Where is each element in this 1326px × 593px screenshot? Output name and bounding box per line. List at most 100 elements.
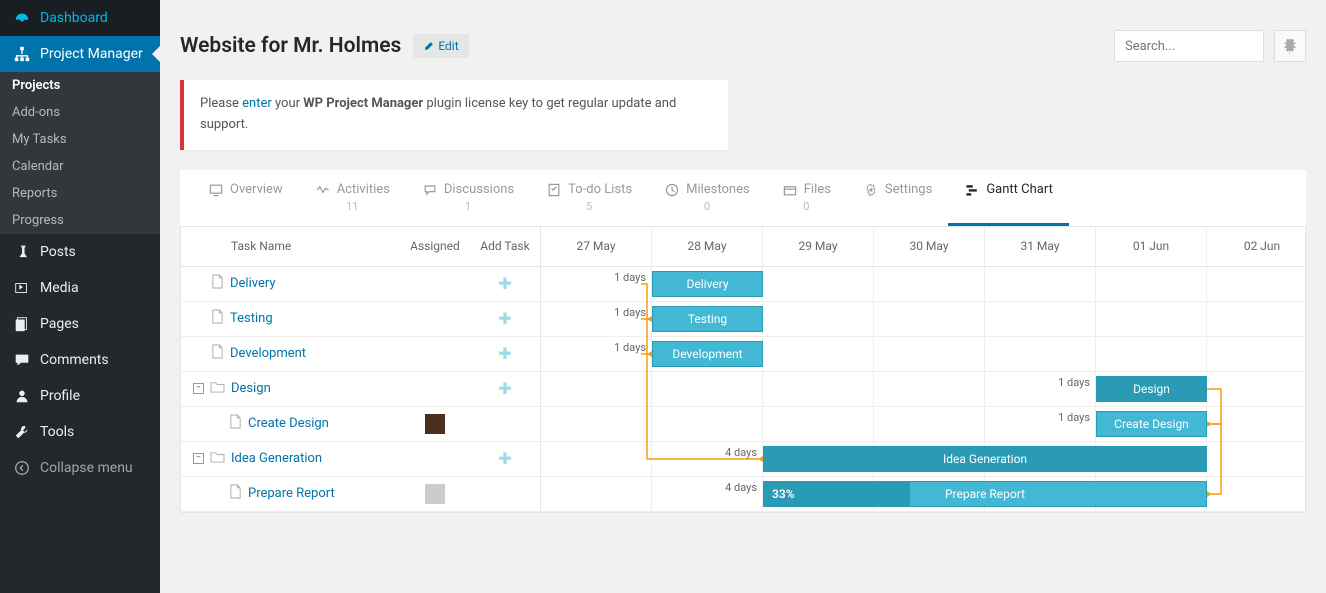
task-link[interactable]: Delivery xyxy=(230,276,276,291)
gantt-bar-testing[interactable]: Testing xyxy=(652,306,763,332)
discussion-icon xyxy=(422,182,438,198)
sidebar-label: Project Manager xyxy=(40,46,143,62)
avatar[interactable] xyxy=(425,484,445,504)
sidebar-label: Dashboard xyxy=(40,10,108,26)
main-content: Website for Mr. Holmes Edit Please enter… xyxy=(160,0,1326,593)
sidebar-item-dashboard[interactable]: Dashboard xyxy=(0,0,160,36)
edit-button[interactable]: Edit xyxy=(413,34,468,58)
sidebar-label: Profile xyxy=(40,388,80,404)
tab-discussions[interactable]: Discussions 1 xyxy=(406,170,530,226)
sidebar-item-pages[interactable]: Pages xyxy=(0,306,160,342)
gantt-icon xyxy=(964,182,980,198)
sitemap-icon xyxy=(12,44,32,64)
collapse-icon xyxy=(12,458,32,478)
sidebar-item-profile[interactable]: Profile xyxy=(0,378,160,414)
add-task-button[interactable]: ✚ xyxy=(470,344,540,363)
document-icon xyxy=(211,344,224,363)
day-header: 28 May xyxy=(652,227,763,266)
gantt-task-list: Task Name Assigned Add Task Delivery ✚ T… xyxy=(181,227,541,512)
gantt-bar-prepare-report[interactable]: 33% Prepare Report xyxy=(763,481,1207,507)
gantt-timeline: 27 May 28 May 29 May 30 May 31 May 01 Ju… xyxy=(541,227,1305,512)
progress-label: 33% xyxy=(764,482,910,506)
day-header: 31 May xyxy=(985,227,1096,266)
collapse-toggle[interactable]: − xyxy=(193,453,204,464)
sidebar-item-comments[interactable]: Comments xyxy=(0,342,160,378)
add-task-button[interactable]: ✚ xyxy=(470,309,540,328)
tab-overview[interactable]: Overview xyxy=(192,170,299,226)
folder-icon xyxy=(210,380,225,397)
task-link[interactable]: Prepare Report xyxy=(248,486,335,501)
pages-icon xyxy=(12,314,32,334)
sidebar-sub-addons[interactable]: Add-ons xyxy=(0,99,160,126)
col-task-name: Task Name xyxy=(181,239,400,253)
add-task-button[interactable]: ✚ xyxy=(470,379,540,398)
settings-button[interactable] xyxy=(1274,30,1306,62)
tab-count xyxy=(244,200,247,213)
files-icon xyxy=(782,182,798,198)
tab-files[interactable]: Files 0 xyxy=(766,170,847,226)
duration-label: 1 days xyxy=(1058,411,1096,424)
avatar[interactable] xyxy=(425,414,445,434)
task-link[interactable]: Create Design xyxy=(248,416,329,431)
document-icon xyxy=(211,309,224,328)
tab-label: Milestones xyxy=(686,182,750,197)
task-link[interactable]: Testing xyxy=(230,311,273,326)
sidebar-item-media[interactable]: Media xyxy=(0,270,160,306)
add-task-button[interactable]: ✚ xyxy=(470,274,540,293)
pin-icon xyxy=(12,242,32,262)
day-header: 30 May xyxy=(874,227,985,266)
document-icon xyxy=(229,414,242,433)
notice-enter-link[interactable]: enter xyxy=(242,96,272,111)
add-task-button[interactable]: ✚ xyxy=(470,449,540,468)
task-link[interactable]: Design xyxy=(231,381,271,396)
sidebar-label: Media xyxy=(40,280,79,296)
tab-label: Activities xyxy=(337,182,390,197)
sidebar-item-posts[interactable]: Posts xyxy=(0,234,160,270)
duration-label: 4 days xyxy=(725,446,763,459)
tab-milestones[interactable]: Milestones 0 xyxy=(648,170,766,226)
tab-settings[interactable]: Settings xyxy=(847,170,948,226)
task-link[interactable]: Idea Generation xyxy=(231,451,322,466)
sidebar-sub-my-tasks[interactable]: My Tasks xyxy=(0,126,160,153)
gantt-bar-idea-generation[interactable]: Idea Generation xyxy=(763,446,1207,472)
document-icon xyxy=(211,274,224,293)
table-row: Delivery ✚ xyxy=(181,267,540,302)
sidebar-label: Posts xyxy=(40,244,76,260)
overview-icon xyxy=(208,182,224,198)
task-link[interactable]: Development xyxy=(230,346,306,361)
gantt-bar-delivery[interactable]: Delivery xyxy=(652,271,763,297)
tab-label: Overview xyxy=(230,182,283,197)
table-row: − Design ✚ xyxy=(181,372,540,407)
tab-label: To-do Lists xyxy=(568,182,632,197)
tab-activities[interactable]: Activities 11 xyxy=(299,170,406,226)
user-icon xyxy=(12,386,32,406)
sidebar-sub-projects[interactable]: Projects xyxy=(0,72,160,99)
tab-count: 0 xyxy=(704,200,710,213)
gantt-bar-create-design[interactable]: Create Design xyxy=(1096,411,1207,437)
page-title: Website for Mr. Holmes xyxy=(180,34,401,58)
gantt-bar-design[interactable]: Design xyxy=(1096,376,1207,402)
todo-icon xyxy=(546,182,562,198)
media-icon xyxy=(12,278,32,298)
search-input[interactable] xyxy=(1114,30,1264,62)
sidebar-item-project-manager[interactable]: Project Manager xyxy=(0,36,160,72)
document-icon xyxy=(229,484,242,503)
tab-label: Gantt Chart xyxy=(986,182,1053,197)
sidebar-label: Tools xyxy=(40,424,74,440)
sidebar-item-collapse[interactable]: Collapse menu xyxy=(0,450,160,486)
sidebar-item-tools[interactable]: Tools xyxy=(0,414,160,450)
sidebar-sub-reports[interactable]: Reports xyxy=(0,180,160,207)
collapse-toggle[interactable]: − xyxy=(193,383,204,394)
sidebar-sub-calendar[interactable]: Calendar xyxy=(0,153,160,180)
sidebar-sub-progress[interactable]: Progress xyxy=(0,207,160,234)
gear-icon xyxy=(863,182,879,198)
duration-label: 1 days xyxy=(614,271,652,284)
col-add-task: Add Task xyxy=(470,239,540,253)
sidebar-label: Pages xyxy=(40,316,79,332)
table-row: − Idea Generation ✚ xyxy=(181,442,540,477)
table-row: Prepare Report xyxy=(181,477,540,512)
tab-gantt[interactable]: Gantt Chart xyxy=(948,170,1069,226)
tab-todo[interactable]: To-do Lists 5 xyxy=(530,170,648,226)
gantt-bar-development[interactable]: Development xyxy=(652,341,763,367)
tab-count xyxy=(1007,200,1010,213)
